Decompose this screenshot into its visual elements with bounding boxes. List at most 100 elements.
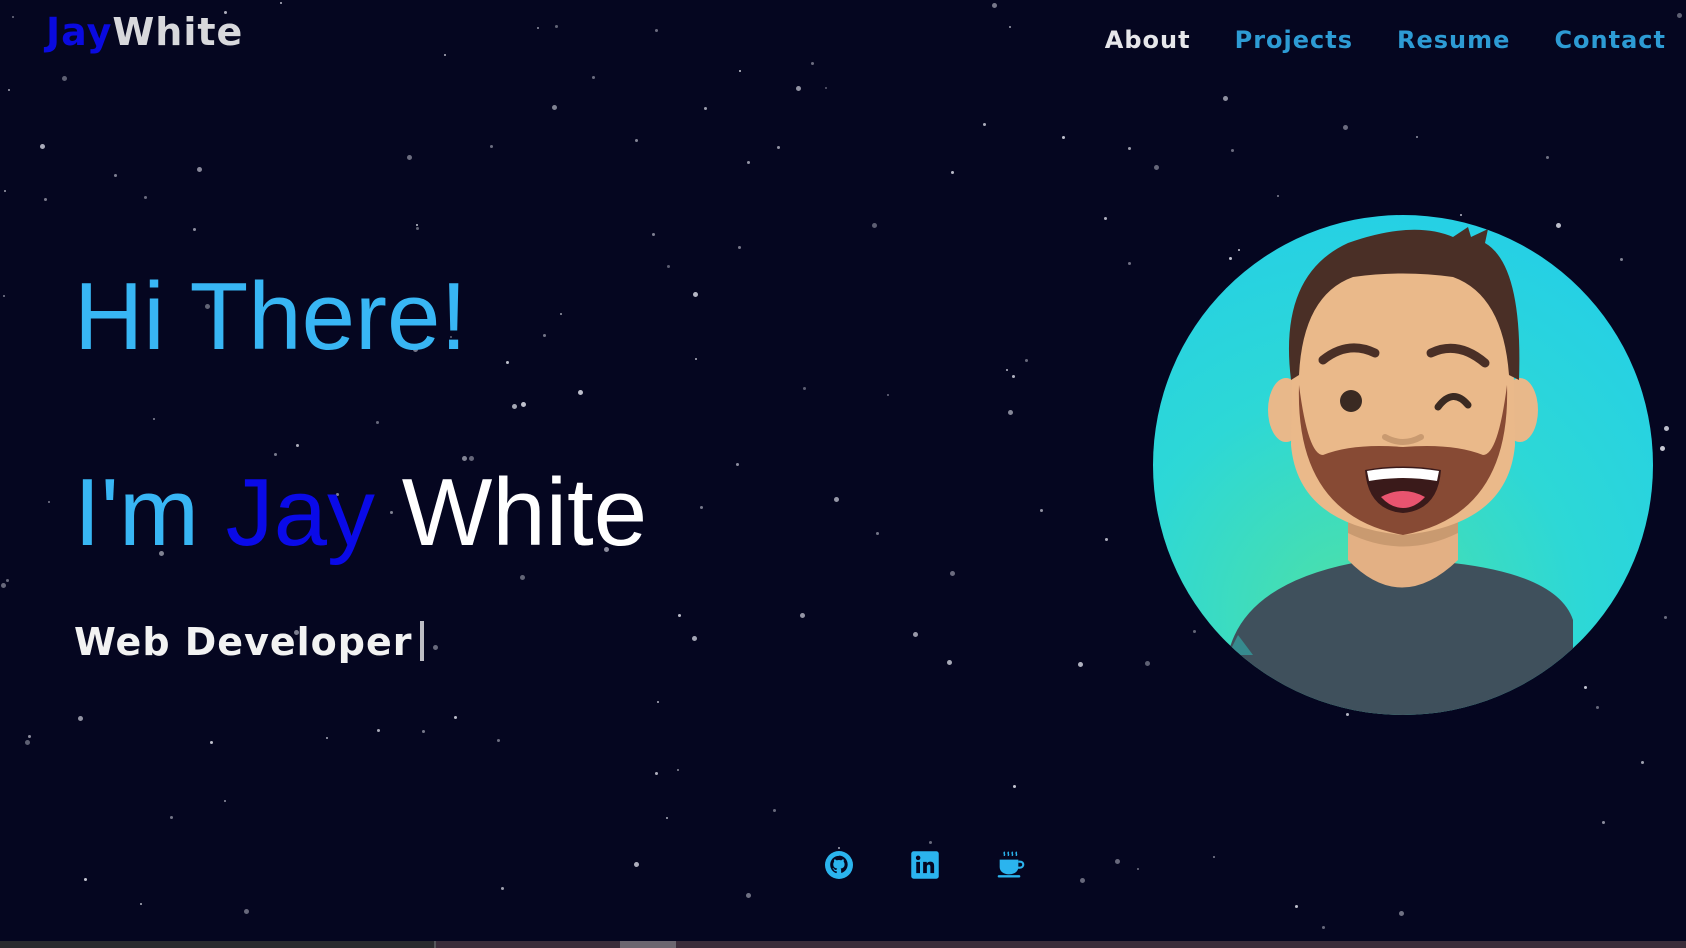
star-dot	[1399, 911, 1404, 916]
star-dot	[12, 16, 14, 18]
avatar-illustration	[1228, 227, 1573, 715]
star-dot	[140, 903, 142, 905]
star-dot	[48, 501, 50, 503]
star-dot	[746, 893, 751, 898]
star-dot	[739, 70, 741, 72]
star-dot	[376, 421, 379, 424]
star-dot	[947, 660, 952, 665]
star-dot	[560, 313, 562, 315]
star-dot	[1546, 156, 1549, 159]
star-dot	[28, 735, 31, 738]
star-dot	[512, 404, 517, 409]
star-dot	[1193, 630, 1196, 633]
star-dot	[490, 145, 493, 148]
star-dot	[796, 86, 801, 91]
star-dot	[444, 54, 446, 56]
nav-resume-link[interactable]: Resume	[1375, 22, 1532, 58]
star-dot	[62, 76, 67, 81]
star-dot	[1641, 761, 1644, 764]
star-dot	[8, 89, 10, 91]
buy-me-coffee-link[interactable]	[992, 846, 1030, 884]
linkedin-link[interactable]	[906, 846, 944, 884]
star-dot	[951, 171, 954, 174]
star-dot	[543, 334, 546, 337]
star-dot	[78, 716, 83, 721]
star-dot	[747, 161, 750, 164]
star-dot	[983, 123, 986, 126]
star-dot	[1660, 446, 1665, 451]
hero-intro: I'm Jay White	[74, 458, 647, 568]
star-dot	[1012, 375, 1015, 378]
star-dot	[1620, 258, 1623, 261]
star-dot	[872, 223, 877, 228]
logo-first-name: Jay	[46, 10, 113, 54]
social-links	[820, 846, 1030, 884]
star-dot	[1128, 147, 1131, 150]
star-dot	[1213, 856, 1215, 858]
star-dot	[506, 361, 509, 364]
star-dot	[1137, 868, 1139, 870]
star-dot	[825, 87, 827, 89]
star-dot	[657, 701, 659, 703]
typing-cursor	[420, 621, 425, 661]
nav-about-link[interactable]: About	[1083, 22, 1213, 58]
star-dot	[197, 167, 202, 172]
star-dot	[274, 453, 277, 456]
star-dot	[876, 532, 879, 535]
star-dot	[407, 155, 412, 160]
star-dot	[704, 107, 707, 110]
star-dot	[1664, 616, 1667, 619]
site-logo[interactable]: JayWhite	[46, 8, 243, 56]
star-dot	[1154, 165, 1159, 170]
star-dot	[736, 463, 739, 466]
hero-role-typewriter: Web Developer	[74, 614, 425, 670]
star-dot	[497, 739, 500, 742]
star-dot	[678, 614, 681, 617]
logo-last-name: White	[112, 10, 244, 54]
star-dot	[800, 613, 805, 618]
star-dot	[1006, 369, 1008, 371]
memoji-avatar	[1153, 215, 1653, 715]
star-dot	[592, 76, 595, 79]
star-dot	[652, 233, 655, 236]
star-dot	[537, 27, 539, 29]
os-taskbar-edge	[0, 941, 1686, 948]
star-dot	[224, 800, 226, 802]
nav-contact-link[interactable]: Contact	[1532, 22, 1666, 58]
star-dot	[25, 740, 30, 745]
star-dot	[634, 862, 639, 867]
star-dot	[555, 25, 558, 28]
star-dot	[501, 887, 504, 890]
star-dot	[1104, 217, 1107, 220]
star-dot	[1008, 410, 1013, 415]
star-dot	[6, 579, 9, 582]
star-dot	[655, 772, 658, 775]
coffee-icon	[997, 851, 1025, 878]
star-dot	[803, 387, 806, 390]
star-dot	[777, 146, 780, 149]
role-text: Web Developer	[74, 620, 413, 664]
star-dot	[1078, 662, 1083, 667]
star-dot	[913, 632, 918, 637]
star-dot	[433, 645, 438, 650]
star-dot	[635, 139, 638, 142]
star-dot	[144, 196, 147, 199]
star-dot	[1343, 125, 1348, 130]
star-dot	[552, 105, 557, 110]
star-dot	[1460, 214, 1462, 216]
star-dot	[887, 394, 889, 396]
star-dot	[1105, 538, 1108, 541]
github-link[interactable]	[820, 846, 858, 884]
star-dot	[1025, 359, 1028, 362]
star-dot	[666, 817, 668, 819]
star-dot	[693, 292, 698, 297]
nav-projects-link[interactable]: Projects	[1213, 22, 1375, 58]
star-dot	[1677, 13, 1682, 18]
taskbar-segment	[620, 941, 676, 948]
star-dot	[520, 575, 525, 580]
star-dot	[738, 246, 741, 249]
star-dot	[1295, 905, 1298, 908]
star-dot	[695, 358, 697, 360]
taskbar-segment	[0, 941, 436, 948]
main-nav: About Projects Resume Contact	[1083, 22, 1666, 58]
